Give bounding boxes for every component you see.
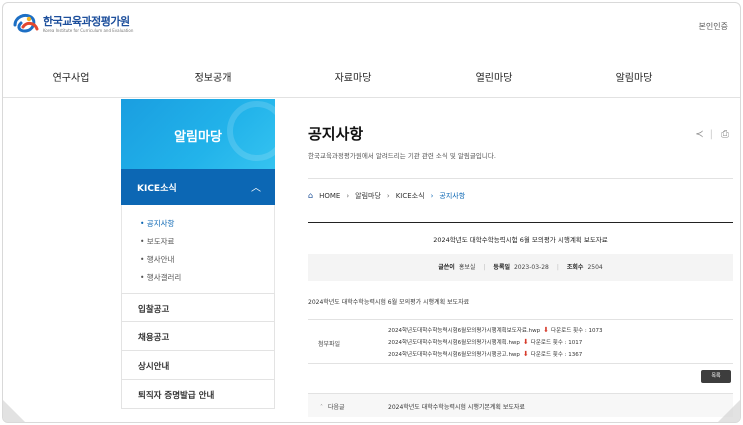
attachments: 첨부파일 2024학년도대학수학능력시험6월모의평가시행계획보도자료.hwp ⬇ 다… [308,323,733,363]
home-icon[interactable]: ⌂ [308,191,313,200]
identity-verification-link[interactable]: 본인인증 [699,21,728,32]
subnav-item-events[interactable]: • 행사안내 [140,251,274,269]
gnb-item-resources[interactable]: 자료마당 [335,69,372,84]
meta-divider: | [556,264,559,271]
sidebar-item-label: 입찰공고 [138,305,170,315]
subnav-item-notices[interactable]: • 공지사항 [140,215,274,233]
sidebar-item-label: KICE소식 [137,184,177,194]
sidebar-item-label: 상시안내 [138,362,170,372]
sidebar-item-label: 채용공고 [138,333,170,343]
top-bar: 한국교육과정평가원 Korea Institute for Curriculum… [3,3,740,45]
sidebar-item-label: 퇴직자 증명발급 안내 [138,391,215,401]
attachment-item: 2024학년도대학수학능력시험6월모의평가시행계획.hwp ⬇ 다운로드 횟수 : … [388,337,603,349]
list-button[interactable]: 목록 [701,370,731,383]
page-title: 공지사항 [308,125,364,143]
sidebar-item-bids[interactable]: 입찰공고 [121,293,275,322]
chevron-up-icon: ˄ [320,404,323,411]
sidebar: 알림마당 KICE소식 ︿ • 공지사항 • 보도자료 • 행사안내 • 행사갤… [121,99,275,409]
next-post-label: ˄ 다음글 [320,402,345,411]
page-corner-right [718,400,740,422]
breadcrumb-kice-news[interactable]: KICE소식 [396,192,425,200]
post-body: 2024학년도 대학수학능력시험 6월 모의평가 시행계획 보도자료 [308,299,470,306]
sidebar-item-ongoing[interactable]: 상시안내 [121,351,275,380]
breadcrumb: ⌂ HOME › 알림마당 › KICE소식 › 공지사항 [308,191,465,201]
download-icon[interactable]: ⬇ [523,338,529,346]
logo-subtitle: Korea Institute for Curriculum and Evalu… [43,27,134,33]
breadcrumb-home[interactable]: HOME [319,192,340,200]
chevron-up-icon: ︿ [251,183,261,194]
attachments-divider [308,363,733,364]
views-value: 2504 [587,264,603,271]
sidebar-header: 알림마당 [121,99,275,169]
next-label-text: 다음글 [328,404,345,411]
attachment-item: 2024학년도대학수학능력시험6월모의평가시행계획보도자료.hwp ⬇ 다운로드 횟… [388,325,603,337]
gnb-item-open-forum[interactable]: 열린마당 [476,69,513,84]
breadcrumb-sep: › [430,192,434,200]
browser-frame: 한국교육과정평가원 Korea Institute for Curriculum… [2,2,741,423]
breadcrumb-current: 공지사항 [439,192,466,200]
next-post-row[interactable]: ˄ 다음글 2024학년도 대학수학능력시험 시행기본계획 보도자료 [308,393,733,417]
page-description: 한국교육과정평가원에서 알려드리는 기관 관련 소식 및 알림글입니다. [308,152,496,160]
page-tools: ≺ | ⎙ [687,129,729,140]
post-title: 2024학년도 대학수학능력시험 6월 모의평가 시행계획 보도자료 [433,236,608,244]
download-count: 다운로드 횟수 : 1073 [551,328,603,334]
author-label: 글쓴이 [438,264,455,271]
breadcrumb-sep: › [346,192,350,200]
logo-title: 한국교육과정평가원 [43,14,130,28]
page-corner-left [3,400,25,422]
attachment-filename[interactable]: 2024학년도대학수학능력시험6월모의평가시행공고.hwp [388,352,520,358]
download-count: 다운로드 횟수 : 1367 [530,352,583,358]
sidebar-title: 알림마당 [174,130,222,145]
sidebar-item-kice-news[interactable]: KICE소식 ︿ [121,169,275,205]
sidebar-subnav: • 공지사항 • 보도자료 • 행사안내 • 행사갤러리 [121,205,275,293]
gnb-item-research[interactable]: 연구사업 [53,69,90,84]
meta-divider: | [483,264,486,271]
subnav-item-gallery[interactable]: • 행사갤러리 [140,269,274,287]
sidebar-item-retiree-cert[interactable]: 퇴직자 증명발급 안내 [121,380,275,409]
global-nav: 연구사업 정보공개 자료마당 열린마당 알림마당 [3,61,740,91]
title-divider [308,178,733,179]
attachments-label: 첨부파일 [318,341,341,348]
attachment-list: 2024학년도대학수학능력시험6월모의평가시행계획보도자료.hwp ⬇ 다운로드 횟… [388,325,603,361]
logo-mark-icon [11,11,41,37]
views-label: 조회수 [566,264,584,271]
sidebar-item-recruitment[interactable]: 채용공고 [121,322,275,351]
subnav-item-press[interactable]: • 보도자료 [140,233,274,251]
body-divider [308,319,733,320]
main-content: 공지사항 한국교육과정평가원에서 알려드리는 기관 관련 소식 및 알림글입니다… [308,123,733,417]
download-count: 다운로드 횟수 : 1017 [530,340,583,346]
gnb-item-notices[interactable]: 알림마당 [616,69,653,84]
author-value: 홍보실 [458,264,476,271]
post-meta: 글쓴이 홍보실 | 등록일 2023-03-28 | 조회수 2504 [308,254,733,281]
post-header: 2024학년도 대학수학능력시험 6월 모의평가 시행계획 보도자료 [308,222,733,254]
share-icon[interactable]: ≺ [695,129,703,140]
attachment-filename[interactable]: 2024학년도대학수학능력시험6월모의평가시행계획.hwp [388,340,520,346]
next-post-title[interactable]: 2024학년도 대학수학능력시험 시행기본계획 보도자료 [388,402,525,411]
tool-divider: | [709,129,713,140]
attachment-filename[interactable]: 2024학년도대학수학능력시험6월모의평가시행계획보도자료.hwp [388,328,540,334]
date-value: 2023-03-28 [513,264,549,271]
date-label: 등록일 [493,264,510,271]
breadcrumb-notices-section[interactable]: 알림마당 [355,192,381,200]
breadcrumb-sep: › [386,192,390,200]
attachment-item: 2024학년도대학수학능력시험6월모의평가시행공고.hwp ⬇ 다운로드 횟수 : … [388,349,603,361]
download-icon[interactable]: ⬇ [523,350,529,358]
download-icon[interactable]: ⬇ [543,326,549,334]
site-logo[interactable]: 한국교육과정평가원 Korea Institute for Curriculum… [11,11,133,37]
print-icon[interactable]: ⎙ [721,129,729,140]
gnb-item-info-disclosure[interactable]: 정보공개 [195,69,232,84]
nav-divider [3,97,740,98]
